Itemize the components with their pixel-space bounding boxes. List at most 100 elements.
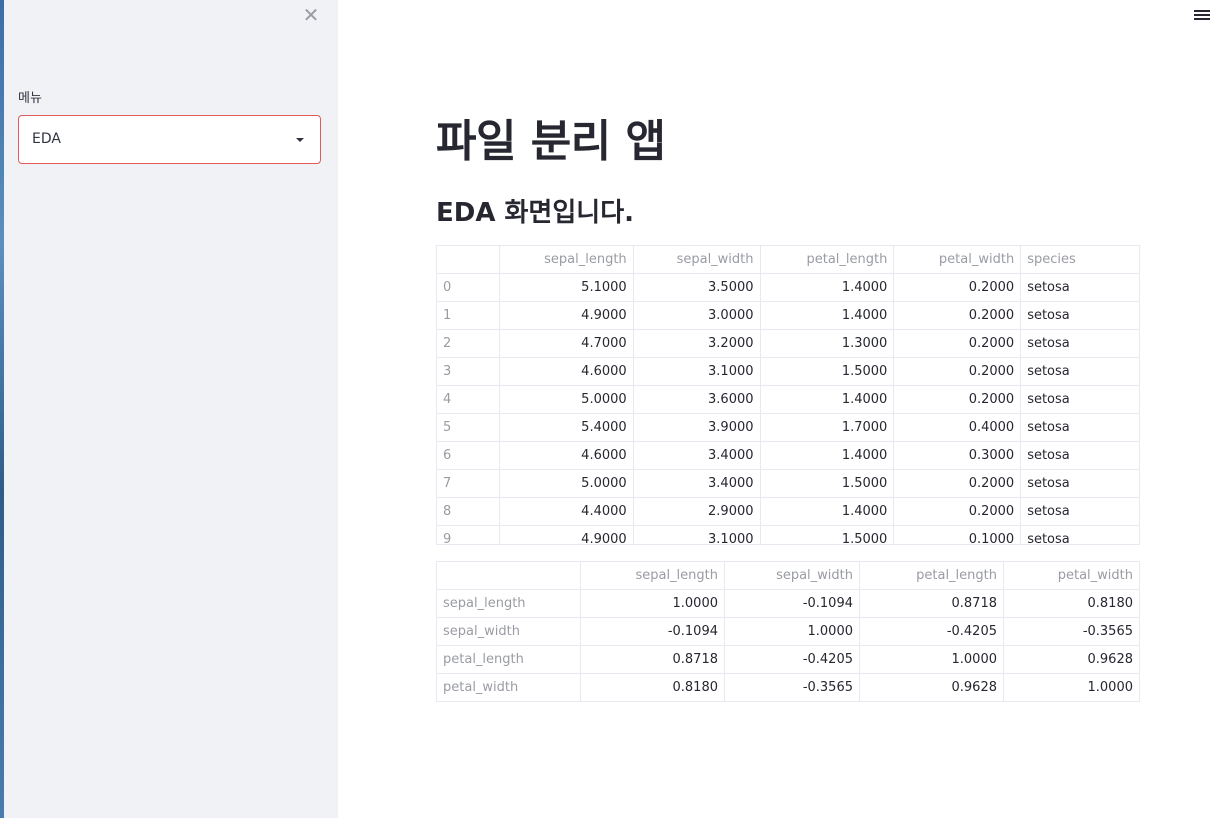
table-cell[interactable]: 0.9628 [859, 673, 1004, 702]
table-cell[interactable]: 3.9000 [632, 413, 761, 442]
table-cell[interactable]: 0.8180 [580, 673, 725, 702]
table-cell[interactable]: 0.9628 [1003, 645, 1140, 674]
column-header[interactable]: petal_length [759, 245, 895, 274]
table-cell[interactable]: 0.4000 [893, 413, 1022, 442]
column-header[interactable]: species [1020, 245, 1140, 274]
table-cell[interactable]: setosa [1020, 413, 1140, 442]
menu-select[interactable]: EDA [18, 115, 321, 164]
table-cell[interactable]: 0.2000 [893, 497, 1022, 526]
table-row: 6 4.6000 3.4000 1.4000 0.3000 setosa [436, 441, 1140, 470]
table-cell[interactable]: 1.0000 [724, 617, 860, 646]
table-cell[interactable]: 1.5000 [759, 357, 895, 386]
table-cell[interactable]: 4.9000 [498, 301, 634, 330]
table-cell[interactable]: 1.0000 [1003, 673, 1140, 702]
close-icon[interactable]: ✕ [300, 4, 322, 26]
table-cell[interactable]: setosa [1020, 385, 1140, 414]
table-cell[interactable]: 4.6000 [498, 441, 634, 470]
table-cell[interactable]: 0.8180 [1003, 589, 1140, 618]
table-cell[interactable]: 3.6000 [632, 385, 761, 414]
row-index[interactable]: 7 [436, 469, 500, 498]
table-cell[interactable]: 0.2000 [893, 273, 1022, 302]
table-cell[interactable]: 0.2000 [893, 329, 1022, 358]
table-cell[interactable]: 0.8718 [580, 645, 725, 674]
row-index[interactable]: 5 [436, 413, 500, 442]
table-cell[interactable]: 0.3000 [893, 441, 1022, 470]
table-cell[interactable]: 1.7000 [759, 413, 895, 442]
table-cell[interactable]: 3.0000 [632, 301, 761, 330]
table-cell[interactable]: 3.4000 [632, 441, 761, 470]
table-cell[interactable]: -0.3565 [1003, 617, 1140, 646]
correlation-viewer[interactable]: sepal_length sepal_width petal_length pe… [436, 561, 1140, 703]
table-cell[interactable]: 0.8718 [859, 589, 1004, 618]
row-index[interactable]: sepal_length [436, 589, 581, 618]
column-header[interactable]: sepal_length [498, 245, 634, 274]
table-cell[interactable]: 1.0000 [859, 645, 1004, 674]
table-cell[interactable]: 1.4000 [759, 441, 895, 470]
table-cell[interactable]: 5.0000 [498, 469, 634, 498]
table-cell[interactable]: -0.3565 [724, 673, 860, 702]
table-cell[interactable]: 1.4000 [759, 301, 895, 330]
table-cell[interactable]: -0.4205 [724, 645, 860, 674]
row-index[interactable]: 3 [436, 357, 500, 386]
table-cell[interactable]: 1.4000 [759, 385, 895, 414]
table-cell[interactable]: 5.0000 [498, 385, 634, 414]
row-index[interactable]: 9 [436, 525, 500, 544]
table-cell[interactable]: setosa [1020, 441, 1140, 470]
table-cell[interactable]: 4.7000 [498, 329, 634, 358]
menu-select-value: EDA [32, 131, 61, 147]
table-cell[interactable]: 3.1000 [632, 525, 761, 544]
table-cell[interactable]: -0.4205 [859, 617, 1004, 646]
column-header[interactable]: sepal_width [632, 245, 761, 274]
column-header[interactable]: petal_length [859, 561, 1004, 590]
table-cell[interactable]: setosa [1020, 273, 1140, 302]
row-index[interactable]: petal_width [436, 673, 581, 702]
table-cell[interactable]: 3.1000 [632, 357, 761, 386]
table-cell[interactable]: 4.6000 [498, 357, 634, 386]
table-cell[interactable]: 1.0000 [580, 589, 725, 618]
column-header[interactable]: petal_width [1003, 561, 1140, 590]
table-cell[interactable]: 0.2000 [893, 357, 1022, 386]
table-cell[interactable]: -0.1094 [580, 617, 725, 646]
row-index[interactable]: sepal_width [436, 617, 581, 646]
table-cell[interactable]: 0.2000 [893, 385, 1022, 414]
row-index[interactable]: 6 [436, 441, 500, 470]
row-index[interactable]: petal_length [436, 645, 581, 674]
table-cell[interactable]: 4.9000 [498, 525, 634, 544]
table-cell[interactable]: 1.4000 [759, 273, 895, 302]
table-cell[interactable]: 1.5000 [759, 469, 895, 498]
dataframe-viewer[interactable]: sepal_length sepal_width petal_length pe… [436, 245, 1140, 545]
column-header[interactable]: petal_width [893, 245, 1022, 274]
column-header[interactable] [436, 561, 581, 590]
table-cell[interactable]: 4.4000 [498, 497, 634, 526]
table-cell[interactable]: setosa [1020, 301, 1140, 330]
column-header[interactable]: sepal_width [724, 561, 860, 590]
row-index[interactable]: 0 [436, 273, 500, 302]
table-cell[interactable]: 1.5000 [759, 525, 895, 544]
table-cell[interactable]: 3.5000 [632, 273, 761, 302]
table-cell[interactable]: 0.2000 [893, 301, 1022, 330]
table-cell[interactable]: setosa [1020, 525, 1140, 544]
app-window: ✕ 메뉴 EDA 파일 분리 앱 EDA 화면입니다. sepal_length… [0, 0, 1226, 818]
table-cell[interactable]: 1.4000 [759, 497, 895, 526]
column-header[interactable] [436, 245, 500, 274]
row-index[interactable]: 1 [436, 301, 500, 330]
table-row: 1 4.9000 3.0000 1.4000 0.2000 setosa [436, 301, 1140, 330]
table-cell[interactable]: 0.2000 [893, 469, 1022, 498]
table-cell[interactable]: setosa [1020, 469, 1140, 498]
table-cell[interactable]: 0.1000 [893, 525, 1022, 544]
row-index[interactable]: 8 [436, 497, 500, 526]
table-cell[interactable]: 5.4000 [498, 413, 634, 442]
table-cell[interactable]: 3.2000 [632, 329, 761, 358]
table-cell[interactable]: 3.4000 [632, 469, 761, 498]
row-index[interactable]: 4 [436, 385, 500, 414]
table-cell[interactable]: setosa [1020, 357, 1140, 386]
table-cell[interactable]: 1.3000 [759, 329, 895, 358]
row-index[interactable]: 2 [436, 329, 500, 358]
table-cell[interactable]: 5.1000 [498, 273, 634, 302]
table-cell[interactable]: setosa [1020, 497, 1140, 526]
table-cell[interactable]: 2.9000 [632, 497, 761, 526]
table-cell[interactable]: -0.1094 [724, 589, 860, 618]
hamburger-menu-icon[interactable] [1194, 8, 1210, 24]
column-header[interactable]: sepal_length [580, 561, 725, 590]
table-cell[interactable]: setosa [1020, 329, 1140, 358]
